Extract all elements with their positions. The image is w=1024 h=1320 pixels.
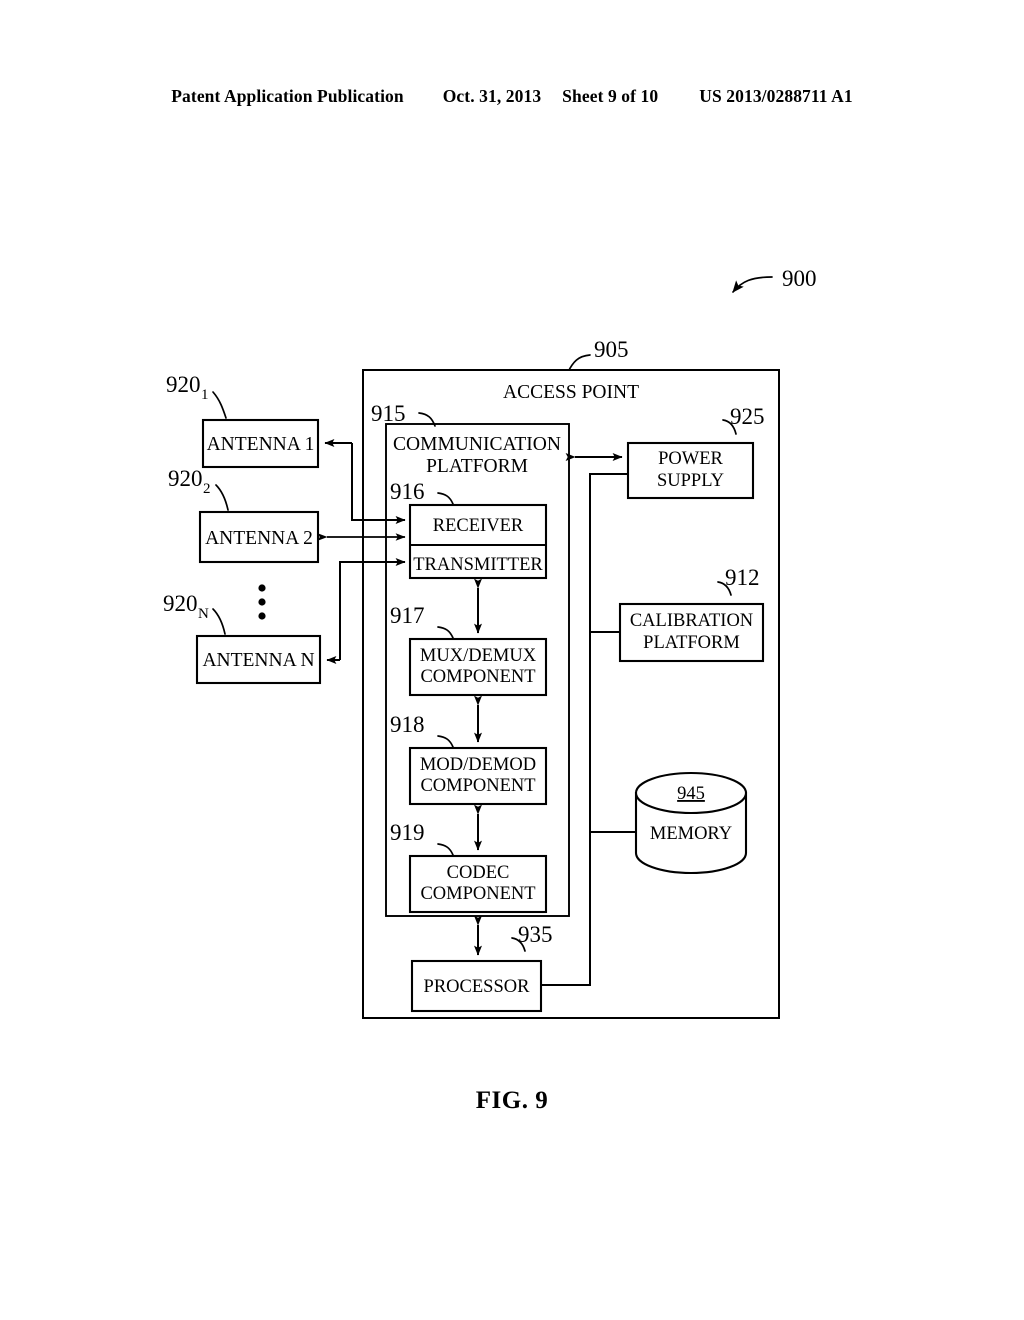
power-supply-label-line2: SUPPLY [657, 471, 724, 491]
antenna-1-reference-920-1: 920 1 [166, 372, 227, 419]
ref-number-925: 925 [730, 404, 765, 429]
ref-number-920-n: 920 [163, 591, 198, 616]
antenna-ellipsis-icon [258, 584, 266, 620]
ref-subscript-920-1: 1 [201, 387, 209, 403]
calibration-platform-label-line2: PLATFORM [643, 633, 740, 653]
power-supply-label-line1: POWER [658, 449, 723, 469]
mod-demod-label-line1: MOD/DEMOD [420, 755, 536, 775]
ref-number-920-2: 920 [168, 466, 203, 491]
ref-number-920-1: 920 [166, 372, 201, 397]
memory-label: MEMORY [650, 824, 732, 844]
access-point-reference-905: 905 [567, 337, 629, 373]
antenna-1-label: ANTENNA 1 [207, 434, 315, 455]
communication-platform-label-line2: PLATFORM [426, 456, 528, 477]
antenna-n-label: ANTENNA N [202, 650, 314, 671]
ref-number-915: 915 [371, 401, 406, 426]
processor-label: PROCESSOR [424, 977, 531, 997]
figure-caption: FIG. 9 [475, 1087, 549, 1114]
calibration-platform-label-line1: CALIBRATION [630, 611, 753, 631]
ref-number-905: 905 [594, 337, 629, 362]
mux-demux-label-line2: COMPONENT [420, 667, 535, 687]
transmitter-label: TRANSMITTER [413, 555, 543, 575]
antenna-n-reference-920-n: 920 N [163, 591, 226, 635]
codec-label-line2: COMPONENT [420, 884, 535, 904]
ref-number-916: 916 [390, 479, 425, 504]
ref-number-919: 919 [390, 820, 425, 845]
communication-platform-label-line1: COMMUNICATION [393, 434, 561, 455]
memory-cylinder: 945 MEMORY [634, 771, 748, 875]
codec-label-line1: CODEC [447, 863, 510, 883]
ref-number-900: 900 [782, 266, 817, 291]
ref-number-917: 917 [390, 603, 425, 628]
antenna-2-reference-920-2: 920 2 [168, 466, 229, 511]
memory-ref-number-945: 945 [677, 784, 705, 804]
ref-number-935: 935 [518, 922, 553, 947]
system-reference-900: 900 [732, 266, 817, 293]
mux-demux-label-line1: MUX/DEMUX [420, 646, 537, 666]
ref-subscript-920-2: 2 [203, 481, 211, 497]
ref-number-912: 912 [725, 565, 760, 590]
mod-demod-label-line2: COMPONENT [420, 776, 535, 796]
ref-subscript-920-n: N [198, 606, 209, 622]
receiver-label: RECEIVER [433, 516, 524, 536]
ref-number-918: 918 [390, 712, 425, 737]
processor-reference-935: 935 [511, 922, 553, 952]
figure-9-diagram: 900 905 ACCESS POINT COMMUNICATION PLATF… [163, 266, 817, 1019]
access-point-title: ACCESS POINT [503, 382, 639, 403]
patent-figure-page: Patent Application Publication Oct. 31, … [0, 0, 1024, 1320]
antenna-2-label: ANTENNA 2 [205, 528, 313, 549]
